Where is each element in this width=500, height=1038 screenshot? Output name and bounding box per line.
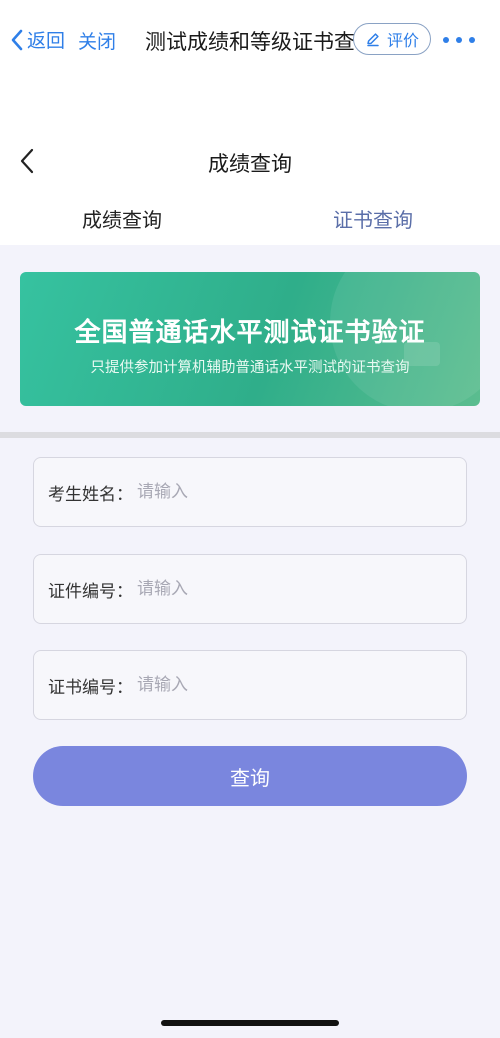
page-title: 成绩查询 <box>208 152 292 176</box>
banner-title: 全国普通话水平测试证书验证 <box>74 318 426 348</box>
name-input[interactable] <box>137 458 466 526</box>
more-dot <box>443 37 449 43</box>
more-dot <box>456 37 462 43</box>
edit-icon <box>367 33 379 47</box>
certificate-number-field-label: 证书编号： <box>48 677 133 698</box>
chevron-left-icon <box>11 29 23 50</box>
home-indicator[interactable] <box>161 1020 339 1026</box>
name-field-label: 考生姓名： <box>48 484 133 505</box>
certificate-number-field: 证书编号： <box>33 650 467 720</box>
section-divider <box>0 432 500 438</box>
more-dot <box>469 37 475 43</box>
review-button[interactable]: 评价 <box>353 23 431 55</box>
name-field: 考生姓名： <box>33 457 467 527</box>
review-label: 评价 <box>386 31 419 50</box>
mp-close-button[interactable]: 关闭 <box>78 27 116 54</box>
mp-title: 测试成绩和等级证书查询 <box>145 30 355 54</box>
query-button[interactable]: 查询 <box>33 746 467 806</box>
more-icon[interactable] <box>443 32 475 48</box>
tab-score-query[interactable]: 成绩查询 <box>82 204 162 233</box>
certificate-number-input[interactable] <box>137 651 466 719</box>
id-number-field-label: 证件编号： <box>48 581 133 602</box>
tab-certificate-query[interactable]: 证书查询 <box>333 204 413 233</box>
banner: 全国普通话水平测试证书验证 只提供参加计算机辅助普通话水平测试的证书查询 <box>20 272 480 406</box>
id-number-field: 证件编号： <box>33 554 467 624</box>
mp-back-button[interactable]: 返回 <box>10 26 65 53</box>
banner-subtitle: 只提供参加计算机辅助普通话水平测试的证书查询 <box>90 360 410 376</box>
mini-program-bar: 返回 关闭 测试成绩和等级证书查询 评价 <box>0 18 500 62</box>
mp-back-label: 返回 <box>27 30 66 52</box>
id-number-input[interactable] <box>137 555 466 623</box>
